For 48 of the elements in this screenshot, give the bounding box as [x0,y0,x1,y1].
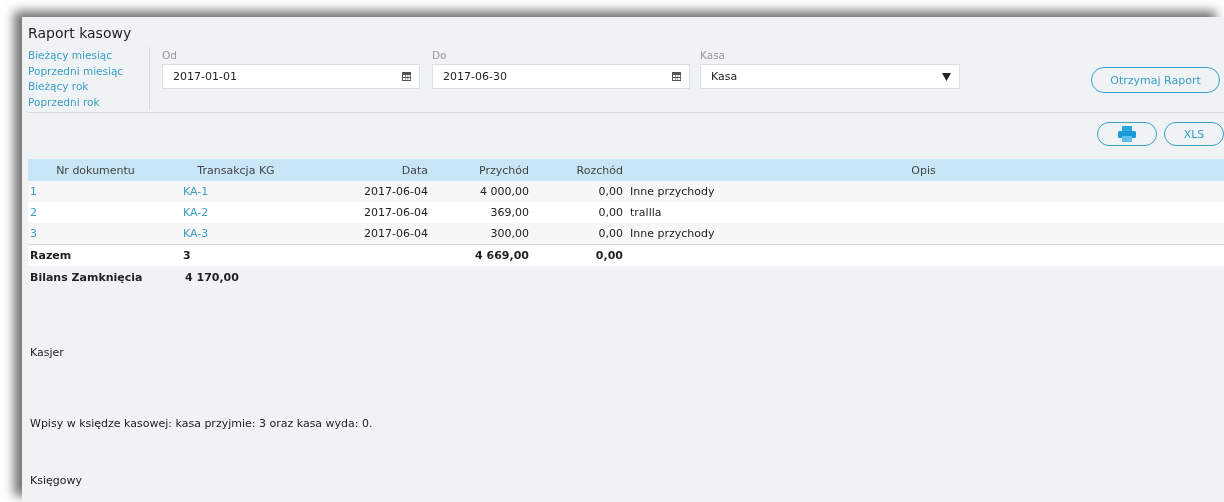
signature-label: Kasjer [29,346,65,359]
table-cell-text: 2017-06-04 [363,206,428,219]
calendar-icon [402,72,411,81]
table-cell-text: 3 [182,249,192,262]
cash-register-dropdown[interactable]: Kasa [700,64,960,89]
dropdown-caret-icon [942,72,951,81]
signature-label: Księgowy [29,474,83,487]
table-cell-text: 0,00 [594,249,623,262]
column-header: Nr dokumentu [55,163,136,177]
column-header: Przychód [478,163,529,177]
column-header: Data [400,163,428,177]
column-header: Transakcja KG [196,163,276,177]
balance-label: Bilans Zamknięcia [30,270,144,284]
summary-text: Wpisy w księdze kasowej: kasa przyjmie: 3 oraz kasa wyda: 0. [29,417,374,430]
calendar-icon [672,72,681,81]
balance-value: 4 170,00 [185,270,239,284]
table-cell-text: trallla [629,206,663,219]
transaction-link[interactable]: KA-2 [183,206,209,219]
page-title: Raport kasowy [28,24,133,43]
table-cell-text: 4 000,00 [479,185,529,198]
column-header: Opis [910,163,937,177]
table-cell-text: Razem [29,249,73,262]
transaction-link[interactable]: KA-1 [183,185,209,198]
table-cell-text: 0,00 [597,185,623,198]
document-link[interactable]: 1 [30,185,37,198]
table-cell-text: 4 669,00 [474,249,529,262]
column-header: Rozchód [575,163,623,177]
field-label: Kasa [700,48,727,63]
document-link[interactable]: 2 [30,206,37,219]
date-field[interactable]: 2017-06-30 [432,64,690,89]
date-range-link[interactable]: Poprzedni miesiąc [28,63,149,79]
table-cell-text: 2017-06-04 [363,185,428,198]
table-cell-text: Inne przychody [629,185,716,198]
transaction-link[interactable]: KA-3 [183,227,209,240]
table-cell-text: 0,00 [597,227,623,240]
field-label: Od [162,48,178,63]
table-cell-text: 0,00 [597,206,623,219]
date-range-link[interactable]: Bieżący miesiąc [28,48,149,64]
table-cell-text: 2017-06-04 [363,227,428,240]
date-range-link[interactable]: Poprzedni rok [28,94,149,110]
date-field[interactable]: 2017-01-01 [162,64,420,89]
table-cell-text: 300,00 [489,227,529,240]
table-cell-text: 369,00 [489,206,529,219]
field-label: Do [432,48,448,63]
printer-icon [1118,126,1136,142]
date-range-link[interactable]: Bieżący rok [28,79,149,95]
document-link[interactable]: 3 [30,227,37,240]
table-cell-text: Inne przychody [629,227,716,240]
